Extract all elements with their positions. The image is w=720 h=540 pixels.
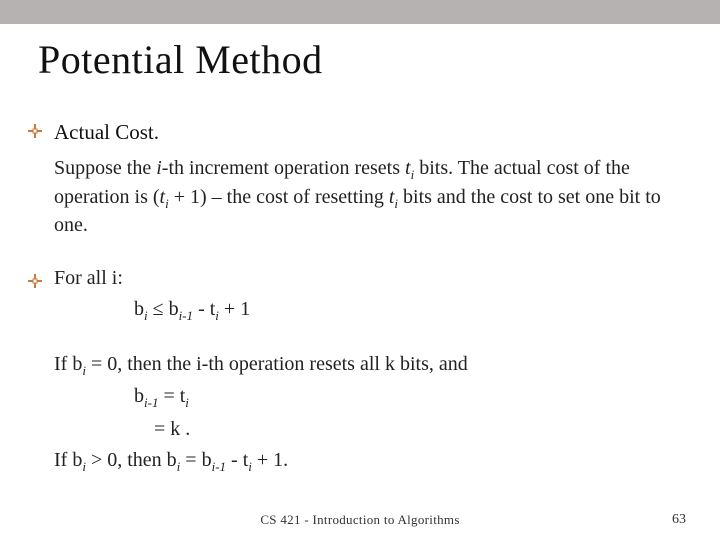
equation-line-2: = k . bbox=[154, 416, 680, 443]
var-b: b bbox=[169, 298, 179, 320]
var-b: b bbox=[202, 449, 212, 471]
op: - bbox=[226, 449, 243, 471]
bullet-icon bbox=[28, 274, 42, 288]
var-k: k bbox=[170, 418, 180, 440]
op: ≤ bbox=[148, 298, 169, 320]
var-b: b bbox=[72, 449, 82, 471]
sub-im1: i-1 bbox=[144, 395, 158, 410]
bullet-icon bbox=[28, 124, 42, 138]
text: If bbox=[54, 353, 72, 375]
text: -th increment operation resets bbox=[162, 157, 405, 179]
inequality-line: bi ≤ bi-1 - ti + 1 bbox=[134, 296, 680, 325]
text: + 1. bbox=[252, 449, 288, 471]
var-b: b bbox=[134, 298, 144, 320]
text: + 1) – the cost of resetting bbox=[169, 186, 389, 208]
text: = 0, then the bbox=[86, 353, 196, 375]
op: = bbox=[180, 449, 201, 471]
var-k: k bbox=[385, 353, 395, 375]
if-positive-line: If bi > 0, then bi = bi-1 - ti + 1. bbox=[54, 447, 680, 476]
var-b: b bbox=[134, 385, 144, 407]
op: = bbox=[158, 385, 179, 407]
text: + 1 bbox=[219, 298, 250, 320]
slide-title: Potential Method bbox=[38, 36, 323, 83]
content-area: Actual Cost. Suppose the i-th increment … bbox=[54, 120, 680, 475]
text: Suppose the bbox=[54, 157, 156, 179]
text: . bbox=[180, 418, 190, 440]
op: - bbox=[193, 298, 210, 320]
if-zero-line: If bi = 0, then the i-th operation reset… bbox=[54, 351, 680, 380]
section-heading: Actual Cost. bbox=[54, 120, 680, 145]
text: : bbox=[117, 267, 123, 289]
text: bits, and bbox=[395, 353, 468, 375]
sub-im1: i-1 bbox=[212, 459, 226, 474]
slide: Potential Method Actual Cost. Suppose th… bbox=[0, 0, 720, 540]
top-bar bbox=[0, 0, 720, 24]
text: If bbox=[54, 449, 72, 471]
for-all-line: For all i: bbox=[54, 265, 680, 292]
var-b: b bbox=[167, 449, 177, 471]
text: > 0, then bbox=[86, 449, 167, 471]
op: = bbox=[154, 418, 170, 440]
var-b: b bbox=[72, 353, 82, 375]
equation-line-1: bi-1 = ti bbox=[134, 383, 680, 412]
actual-cost-paragraph: Suppose the i-th increment operation res… bbox=[54, 155, 680, 239]
text: For all bbox=[54, 267, 112, 289]
page-number: 63 bbox=[672, 512, 686, 528]
text: -th operation resets all bbox=[202, 353, 385, 375]
footer-text: CS 421 - Introduction to Algorithms bbox=[0, 512, 720, 528]
sub-im1: i-1 bbox=[179, 308, 193, 323]
sub-i: i bbox=[185, 395, 189, 410]
